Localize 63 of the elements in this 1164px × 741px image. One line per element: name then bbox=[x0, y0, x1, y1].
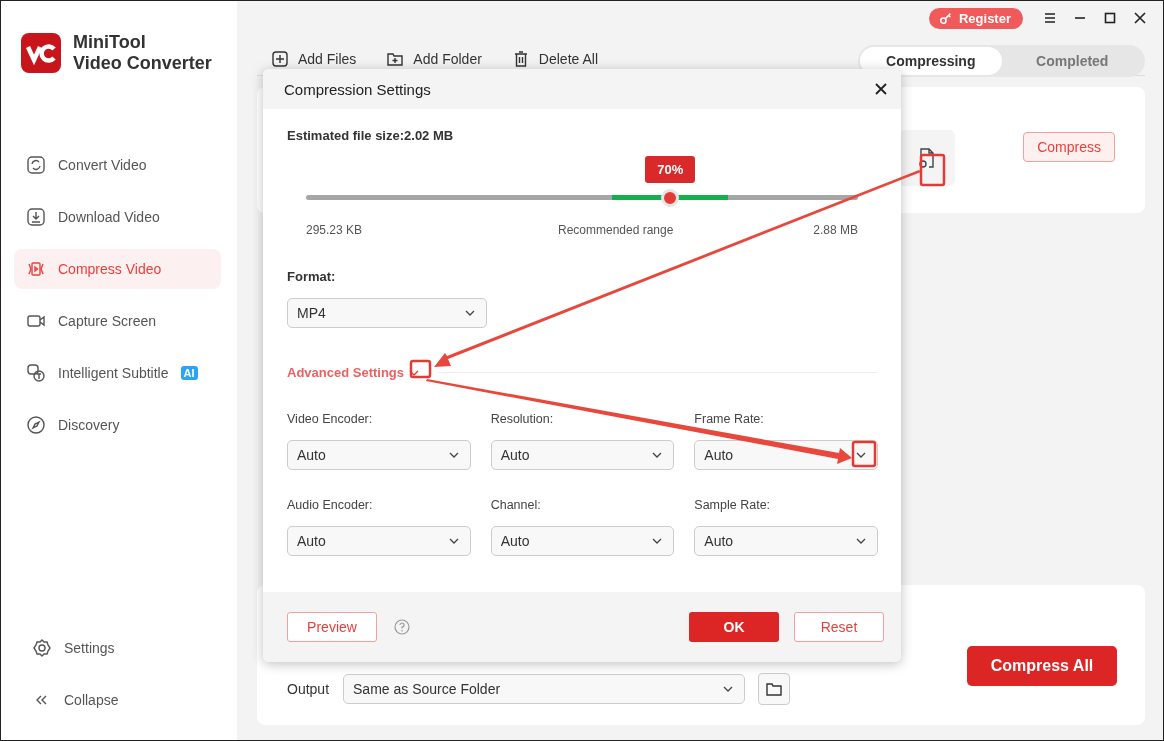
range-label: Recommended range bbox=[557, 223, 674, 237]
format-dropdown[interactable]: MP4 bbox=[287, 298, 487, 328]
setting-dropdown[interactable]: Auto bbox=[287, 526, 471, 556]
compress-button[interactable]: Compress bbox=[1023, 132, 1115, 162]
compress-all-button[interactable]: Compress All bbox=[967, 646, 1117, 686]
settings-link[interactable]: Settings bbox=[20, 628, 221, 668]
max-size: 2.88 MB bbox=[813, 223, 858, 237]
highlight-box bbox=[851, 440, 877, 468]
slider-thumb[interactable] bbox=[661, 189, 680, 207]
ok-button[interactable]: OK bbox=[689, 612, 779, 642]
output-label: Output bbox=[287, 681, 330, 697]
reset-button[interactable]: Reset bbox=[794, 612, 884, 642]
add-folder-button[interactable]: Add Folder bbox=[386, 50, 482, 68]
compress-icon bbox=[26, 259, 46, 279]
sidebar-item[interactable]: Convert Video bbox=[14, 145, 221, 185]
tab[interactable]: Compressing bbox=[860, 47, 1002, 75]
preview-button[interactable]: Preview bbox=[287, 612, 377, 642]
field-label: Audio Encoder: bbox=[287, 498, 374, 512]
add-file-button[interactable]: Add Files bbox=[271, 50, 357, 68]
sidebar-item[interactable]: Compress Video bbox=[14, 249, 221, 289]
help-icon[interactable] bbox=[394, 619, 410, 635]
field-label: Frame Rate: bbox=[694, 412, 765, 426]
settings-icon bbox=[32, 638, 52, 658]
folder-button[interactable] bbox=[758, 673, 791, 705]
download-icon bbox=[26, 207, 46, 227]
maximize-icon[interactable] bbox=[1103, 11, 1117, 25]
size-slider[interactable] bbox=[306, 189, 858, 207]
subtitle-icon bbox=[26, 363, 46, 383]
setting-dropdown[interactable]: Auto bbox=[287, 440, 471, 470]
highlight-box bbox=[409, 359, 432, 379]
delete-button[interactable]: Delete All bbox=[511, 50, 598, 68]
percent-tooltip: 70% bbox=[645, 156, 696, 183]
menu-icon[interactable] bbox=[1043, 11, 1057, 25]
tab[interactable]: Completed bbox=[1001, 47, 1143, 75]
field-label: Resolution: bbox=[490, 412, 555, 426]
setting-dropdown[interactable]: Auto bbox=[490, 440, 675, 470]
app-name: MiniTool Video Converter bbox=[73, 32, 212, 74]
setting-dropdown[interactable]: Auto bbox=[694, 526, 878, 556]
setting-dropdown[interactable]: Auto bbox=[490, 526, 675, 556]
min-size: 295.23 KB bbox=[306, 223, 363, 237]
field-label: Sample Rate: bbox=[694, 498, 772, 512]
convert-icon bbox=[26, 155, 46, 175]
estimated-size: Estimated file size:2.02 MB bbox=[287, 128, 455, 143]
close-icon[interactable] bbox=[874, 82, 888, 96]
plus-box-icon bbox=[271, 50, 289, 68]
format-label: Format: bbox=[287, 269, 337, 284]
ai-badge: AI bbox=[180, 366, 198, 380]
sidebar-item[interactable]: Download Video bbox=[14, 197, 221, 237]
app-logo bbox=[21, 33, 61, 73]
output-dropdown[interactable]: Same as Source Folder bbox=[343, 674, 746, 704]
sidebar-item[interactable]: Capture Screen bbox=[14, 301, 221, 341]
key-icon bbox=[938, 11, 953, 25]
sidebar-item[interactable]: Intelligent Subtitle AI bbox=[14, 353, 221, 393]
highlight-box bbox=[919, 153, 946, 187]
sidebar-item[interactable]: Discovery bbox=[14, 405, 221, 445]
folder-plus-icon bbox=[386, 50, 405, 68]
close-icon[interactable] bbox=[1133, 11, 1147, 25]
field-label: Video Encoder: bbox=[287, 412, 374, 426]
folder-icon bbox=[765, 680, 784, 698]
collapse-link[interactable]: Collapse bbox=[20, 680, 221, 720]
discovery-icon bbox=[26, 415, 46, 435]
dialog-title: Compression Settings bbox=[284, 80, 431, 98]
field-label: Channel: bbox=[490, 498, 542, 512]
